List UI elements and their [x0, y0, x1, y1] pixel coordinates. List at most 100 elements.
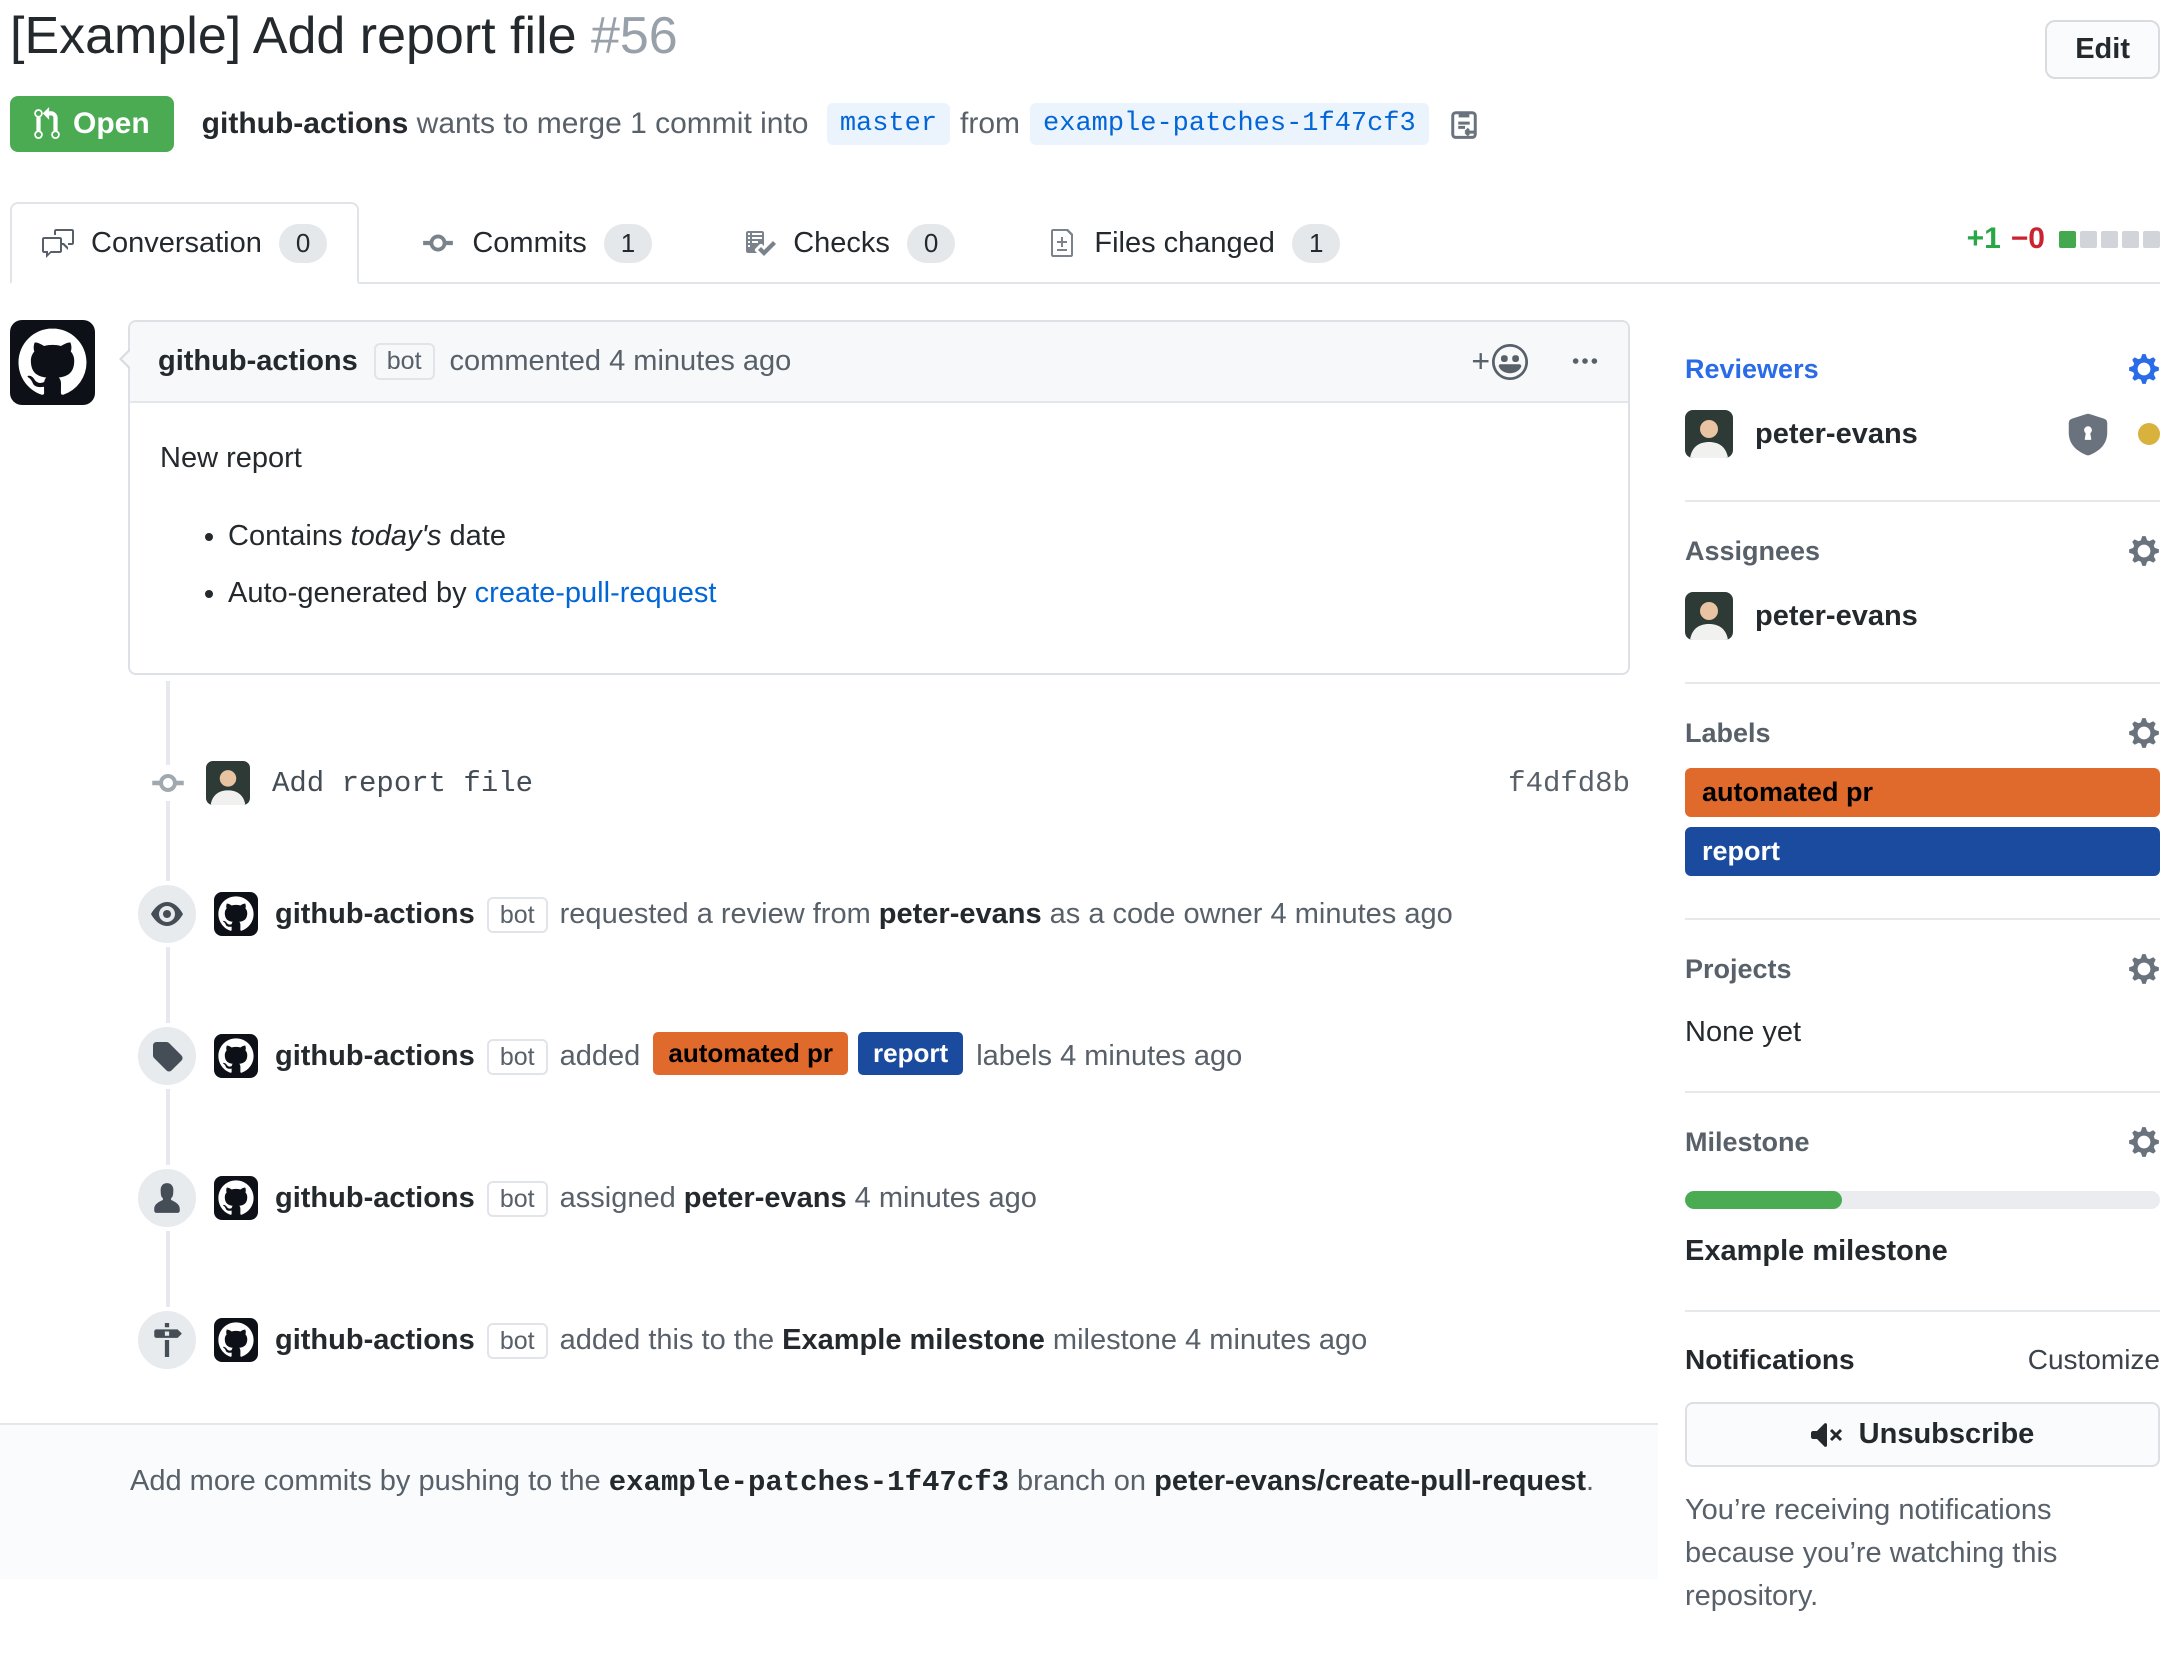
- tab-checks[interactable]: Checks 0: [714, 204, 985, 282]
- pr-tabs: Conversation 0 Commits 1 Checks 0 Files …: [10, 202, 2160, 284]
- unsubscribe-button[interactable]: Unsubscribe: [1685, 1402, 2160, 1467]
- milestone-name[interactable]: Example milestone: [1685, 1235, 2160, 1268]
- label-automated-pr[interactable]: automated pr: [653, 1032, 848, 1075]
- mute-icon: [1811, 1419, 1843, 1451]
- git-commit-icon: [146, 765, 190, 801]
- tab-files-changed[interactable]: Files changed 1: [1017, 204, 1370, 282]
- tab-counter: 0: [279, 224, 327, 263]
- reviewer-name[interactable]: peter-evans: [1755, 418, 1918, 451]
- tab-label: Files changed: [1094, 227, 1275, 260]
- milestone-section: Milestone Example milestone: [1685, 1093, 2160, 1312]
- git-pull-request-icon: [34, 107, 60, 141]
- pr-number: #56: [591, 7, 678, 65]
- create-pull-request-link[interactable]: create-pull-request: [475, 577, 717, 609]
- gear-icon[interactable]: [2128, 534, 2160, 568]
- git-commit-icon: [421, 226, 455, 260]
- label-report[interactable]: report: [858, 1032, 963, 1075]
- gear-icon[interactable]: [2128, 952, 2160, 986]
- tab-label: Commits: [472, 227, 586, 260]
- push-hint-footer: Add more commits by pushing to the examp…: [0, 1423, 1658, 1579]
- commit-sha[interactable]: f4dfd8b: [1508, 767, 1630, 800]
- tab-counter: 1: [1292, 224, 1340, 263]
- reviewer-row: peter-evans: [1685, 410, 2160, 458]
- comment-thread: github-actions bot commented 4 minutes a…: [10, 320, 1630, 675]
- gear-icon[interactable]: [2128, 716, 2160, 750]
- pull-request-page: [Example] Add report file #56 Edit Open …: [0, 6, 2172, 1660]
- label-report[interactable]: report: [1685, 827, 2160, 876]
- checklist-icon: [744, 227, 776, 259]
- customize-link[interactable]: Customize: [2028, 1344, 2160, 1376]
- tab-label: Conversation: [91, 227, 262, 260]
- comment-bullet: Contains today's date: [228, 515, 1598, 557]
- event-text: github-actions bot assigned peter-evans …: [275, 1169, 1037, 1228]
- comment-bullet: Auto-generated by create-pull-request: [228, 572, 1598, 614]
- comment-actions: +: [1471, 343, 1600, 380]
- smiley-icon: [1492, 344, 1528, 380]
- file-diff-icon: [1047, 227, 1077, 259]
- event-labels-added: github-actions bot added automated prrep…: [10, 1023, 1630, 1089]
- notifications-title: Notifications: [1685, 1344, 1855, 1376]
- milestone-progress-fill: [1685, 1191, 1842, 1209]
- event-text: github-actions bot added this to the Exa…: [275, 1311, 1367, 1370]
- comment-timestamp: commented 4 minutes ago: [450, 345, 792, 378]
- milestone-title[interactable]: Milestone: [1685, 1127, 1810, 1158]
- pending-review-dot: [2138, 423, 2160, 445]
- notifications-section: Notifications Customize Unsubscribe You’…: [1685, 1312, 2160, 1660]
- tab-commits[interactable]: Commits 1: [391, 204, 682, 282]
- footer-branch: example-patches-1f47cf3: [609, 1466, 1009, 1499]
- tab-conversation[interactable]: Conversation 0: [10, 202, 359, 284]
- tab-counter: 1: [604, 224, 652, 263]
- diffstat-blocks: [2059, 231, 2160, 248]
- add-reaction-button[interactable]: +: [1471, 343, 1528, 380]
- projects-section: Projects None yet: [1685, 920, 2160, 1093]
- assignees-title[interactable]: Assignees: [1685, 536, 1820, 567]
- avatar[interactable]: [214, 1034, 258, 1078]
- kebab-menu-icon[interactable]: [1570, 347, 1600, 377]
- labels-title[interactable]: Labels: [1685, 718, 1771, 749]
- eye-icon: [134, 881, 200, 947]
- head-branch-chip[interactable]: example-patches-1f47cf3: [1030, 103, 1429, 145]
- event-milestoned: github-actions bot added this to the Exa…: [10, 1307, 1630, 1373]
- comment-header: github-actions bot commented 4 minutes a…: [130, 322, 1628, 403]
- avatar[interactable]: [1685, 592, 1733, 640]
- milestone-progress-bar: [1685, 1191, 2160, 1209]
- commit-message[interactable]: Add report file: [272, 767, 533, 800]
- avatar[interactable]: [214, 1318, 258, 1362]
- label-automated-pr[interactable]: automated pr: [1685, 768, 2160, 817]
- state-badge-label: Open: [73, 107, 150, 141]
- pr-title-text: [Example] Add report file: [10, 7, 577, 65]
- milestone-icon: [134, 1307, 200, 1373]
- avatar[interactable]: [10, 320, 95, 405]
- state-badge: Open: [10, 96, 174, 152]
- diffstat-additions: +1: [1967, 222, 2001, 256]
- base-branch-chip[interactable]: master: [827, 103, 950, 145]
- tab-counter: 0: [907, 224, 955, 263]
- avatar[interactable]: [1685, 410, 1733, 458]
- gear-icon[interactable]: [2128, 1125, 2160, 1159]
- projects-empty-text: None yet: [1685, 1016, 2160, 1049]
- comment-author[interactable]: github-actions: [158, 345, 358, 378]
- avatar[interactable]: [206, 761, 250, 805]
- assignee-name[interactable]: peter-evans: [1755, 600, 1918, 633]
- event-text: github-actions bot added automated prrep…: [275, 1027, 1242, 1086]
- discussion-column: github-actions bot commented 4 minutes a…: [10, 320, 1630, 1660]
- edit-button[interactable]: Edit: [2045, 20, 2160, 79]
- avatar[interactable]: [214, 892, 258, 936]
- comment-intro: New report: [160, 437, 1598, 479]
- diffstat[interactable]: +1 −0: [1967, 222, 2160, 256]
- reviewers-title[interactable]: Reviewers: [1685, 354, 1819, 385]
- avatar[interactable]: [214, 1176, 258, 1220]
- projects-title[interactable]: Projects: [1685, 954, 1792, 985]
- pr-status-row: Open github-actions wants to merge 1 com…: [10, 96, 2160, 152]
- comment-box: github-actions bot commented 4 minutes a…: [128, 320, 1630, 675]
- person-icon: [134, 1165, 200, 1231]
- event-text: github-actions bot requested a review fr…: [275, 885, 1453, 944]
- copy-branch-icon[interactable]: [1447, 107, 1481, 141]
- comment-body: New report Contains today's date Auto-ge…: [130, 403, 1628, 673]
- diffstat-deletions: −0: [2011, 222, 2045, 256]
- event-assigned: github-actions bot assigned peter-evans …: [10, 1165, 1630, 1231]
- gear-icon[interactable]: [2128, 352, 2160, 386]
- timeline: Add report file f4dfd8b github-actions b…: [10, 675, 1630, 1373]
- notifications-note: You’re receiving notifications because y…: [1685, 1489, 2160, 1618]
- pr-author[interactable]: github-actions: [202, 107, 409, 141]
